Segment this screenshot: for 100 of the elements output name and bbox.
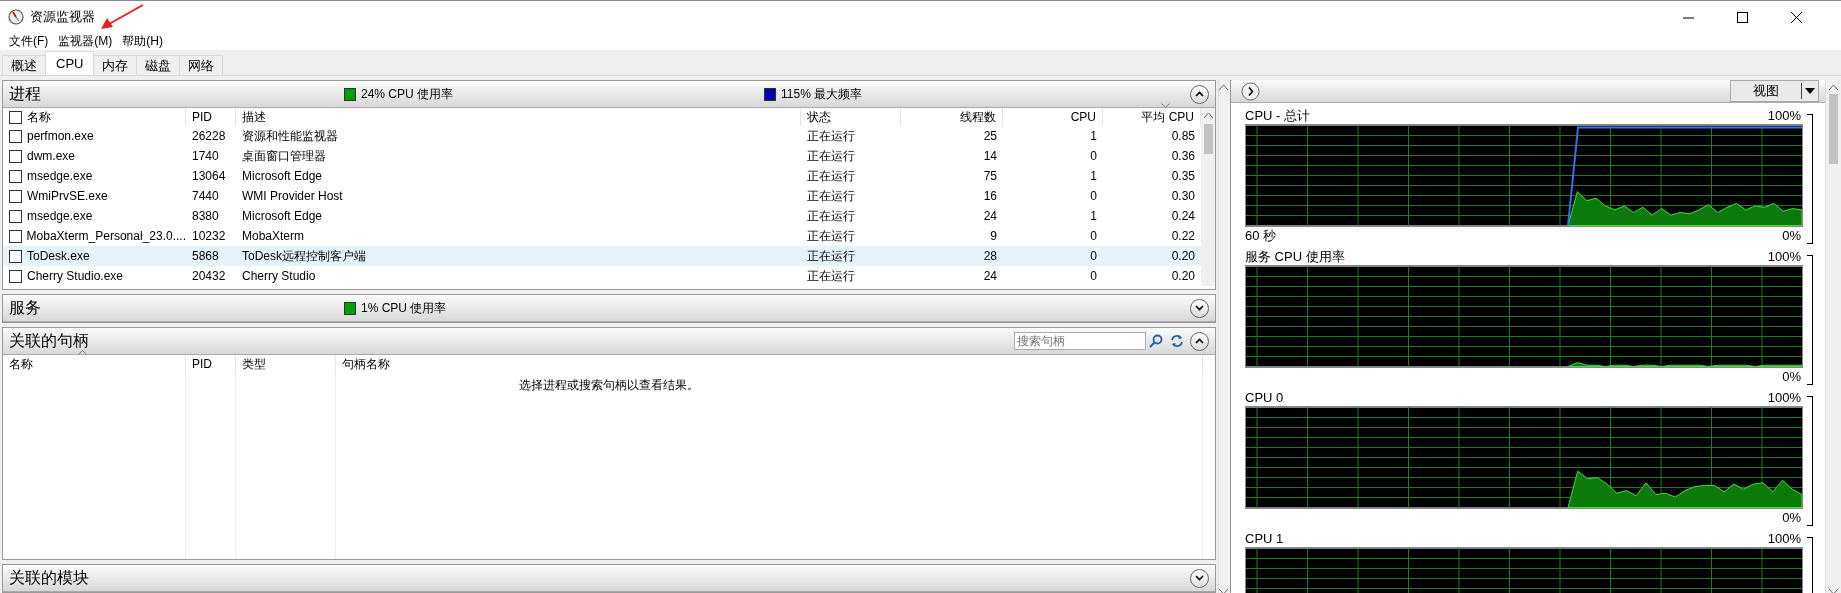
column-header[interactable]: 描述 xyxy=(242,108,266,126)
scale-max-label: 100% xyxy=(1767,108,1801,123)
window-title: 资源监视器 xyxy=(30,8,95,26)
view-button[interactable]: 视图 xyxy=(1730,80,1819,102)
usage-label: 115% 最大频率 xyxy=(781,85,863,103)
row-checkbox[interactable] xyxy=(9,249,22,263)
section-title: 关联的模块 xyxy=(9,567,90,588)
process-row[interactable]: Cherry Studio.exe 20432 Cherry Studio 正在运行 24 0 0.20 xyxy=(3,266,1201,286)
menu-item[interactable]: 帮助(H) xyxy=(117,33,168,50)
empty-message: 选择进程或搜索句柄以查看结果。 xyxy=(519,378,699,392)
close-icon[interactable] xyxy=(1790,11,1802,23)
table-cell: 正在运行 xyxy=(807,148,855,163)
column-header[interactable]: 名称 xyxy=(27,108,51,126)
refresh-icon[interactable] xyxy=(1170,334,1184,348)
scroll-up-icon[interactable] xyxy=(1203,112,1213,118)
collapse-button[interactable] xyxy=(1190,84,1209,104)
chevron-down-icon[interactable] xyxy=(1195,575,1204,581)
tab[interactable]: 磁盘 xyxy=(136,55,181,75)
tab[interactable]: 内存 xyxy=(93,55,138,75)
table-scrollbar[interactable] xyxy=(1201,108,1215,286)
row-checkbox[interactable] xyxy=(9,149,22,163)
table-cell: MobaXterm xyxy=(242,229,305,243)
row-checkbox[interactable] xyxy=(9,169,22,183)
tab[interactable]: CPU xyxy=(45,51,95,75)
table-cell: 16 xyxy=(983,189,997,203)
usage-label: 24% CPU 使用率 xyxy=(361,85,454,103)
column-header[interactable]: PID xyxy=(192,357,212,371)
graph-title: CPU - 总计 xyxy=(1245,106,1310,125)
table-cell: 9 xyxy=(990,229,997,243)
dropdown-icon[interactable] xyxy=(1805,88,1815,94)
table-cell: 正在运行 xyxy=(807,188,855,203)
process-row[interactable]: perfmon.exe 26228 资源和性能监视器 正在运行 25 1 0.85 xyxy=(3,126,1201,146)
column-header[interactable]: 类型 xyxy=(242,355,266,373)
process-row[interactable]: msedge.exe 8380 Microsoft Edge 正在运行 24 1 0.24 xyxy=(3,206,1201,226)
scroll-thumb[interactable] xyxy=(1203,124,1213,154)
table-cell: 8380 xyxy=(192,209,219,223)
row-checkbox[interactable] xyxy=(9,269,22,283)
table-cell: 26228 xyxy=(192,129,226,143)
process-row[interactable]: ToDesk.exe 5868 ToDesk远程控制客户端 正在运行 28 0 0.20 xyxy=(3,246,1201,266)
process-row[interactable]: WmiPrvSE.exe 7440 WMI Provider Host 正在运行 16 0 0.30 xyxy=(3,186,1201,206)
chevron-up-icon[interactable] xyxy=(1195,338,1204,344)
column-header[interactable]: 状态 xyxy=(807,108,831,126)
table-cell: 0 xyxy=(1090,149,1097,163)
tab[interactable]: 概述 xyxy=(2,55,46,75)
table-cell: 正在运行 xyxy=(807,268,855,283)
table-cell: 0.20 xyxy=(1171,249,1195,263)
column-header[interactable]: PID xyxy=(192,110,212,124)
row-checkbox[interactable] xyxy=(9,189,22,203)
collapse-button[interactable] xyxy=(1190,331,1209,351)
expand-button[interactable] xyxy=(1241,81,1260,101)
table-cell: 0.22 xyxy=(1171,229,1195,243)
chevron-down-icon[interactable] xyxy=(1195,305,1204,311)
column-header[interactable]: CPU xyxy=(1070,110,1096,124)
table-cell: Microsoft Edge xyxy=(242,209,323,223)
maximize-icon[interactable] xyxy=(1736,11,1748,23)
row-checkbox[interactable] xyxy=(9,129,22,143)
process-row[interactable]: msedge.exe 13064 Microsoft Edge 正在运行 75 1 0.35 xyxy=(3,166,1201,186)
table-cell: 24 xyxy=(983,269,997,283)
chevron-up-icon[interactable] xyxy=(1195,91,1204,97)
column-header[interactable]: 名称 xyxy=(9,355,33,373)
table-cell: 0.35 xyxy=(1171,169,1195,183)
search-field[interactable]: 搜索句柄 xyxy=(1014,332,1146,350)
table-cell: 正在运行 xyxy=(807,228,855,243)
menu-item[interactable]: 监视器(M) xyxy=(53,33,118,50)
table-cell: 20432 xyxy=(192,269,226,283)
column-header[interactable]: 句柄名称 xyxy=(342,355,390,373)
annotation-arrow xyxy=(101,4,144,29)
table-cell: 桌面窗口管理器 xyxy=(242,148,326,163)
graph-title: 服务 CPU 使用率 xyxy=(1245,247,1345,266)
scroll-up-icon[interactable] xyxy=(1219,84,1228,90)
scroll-thumb[interactable] xyxy=(1829,94,1838,164)
scrollbar[interactable] xyxy=(1218,80,1228,593)
column-header[interactable]: 平均 CPU xyxy=(1141,108,1194,126)
table-cell: Cherry Studio.exe xyxy=(27,269,124,283)
search-icon[interactable] xyxy=(1149,334,1163,348)
scale-max-label: 100% xyxy=(1767,531,1801,546)
scroll-up-icon[interactable] xyxy=(1829,84,1838,90)
table-cell: perfmon.exe xyxy=(27,129,94,143)
table-cell: Microsoft Edge xyxy=(242,169,323,183)
table-cell: 0 xyxy=(1090,189,1097,203)
expand-button[interactable] xyxy=(1190,298,1209,318)
scale-max-label: 100% xyxy=(1767,249,1801,264)
expand-button[interactable] xyxy=(1190,568,1209,588)
scrollbar[interactable] xyxy=(1825,80,1841,593)
table-cell: 0.36 xyxy=(1171,149,1195,163)
table-cell: 0 xyxy=(1090,249,1097,263)
table-cell: dwm.exe xyxy=(27,149,76,163)
menu-item[interactable]: 文件(F) xyxy=(4,33,54,50)
table-cell: WmiPrvSE.exe xyxy=(27,189,108,203)
column-header[interactable]: 线程数 xyxy=(960,108,996,126)
table-cell: Cherry Studio xyxy=(242,269,316,283)
process-row[interactable]: MobaXterm_Personal_23.0.... 10232 MobaXterm 正在运行 9 0 0.22 xyxy=(3,226,1201,246)
table-cell: 28 xyxy=(983,249,997,263)
tab[interactable]: 网络 xyxy=(179,55,224,75)
process-row[interactable]: dwm.exe 1740 桌面窗口管理器 正在运行 14 0 0.36 xyxy=(3,146,1201,166)
table-cell: 0.85 xyxy=(1171,129,1195,143)
select-all-checkbox[interactable] xyxy=(9,110,22,124)
row-checkbox[interactable] xyxy=(9,209,22,223)
table-cell: ToDesk远程控制客户端 xyxy=(242,248,366,263)
row-checkbox[interactable] xyxy=(9,229,22,243)
